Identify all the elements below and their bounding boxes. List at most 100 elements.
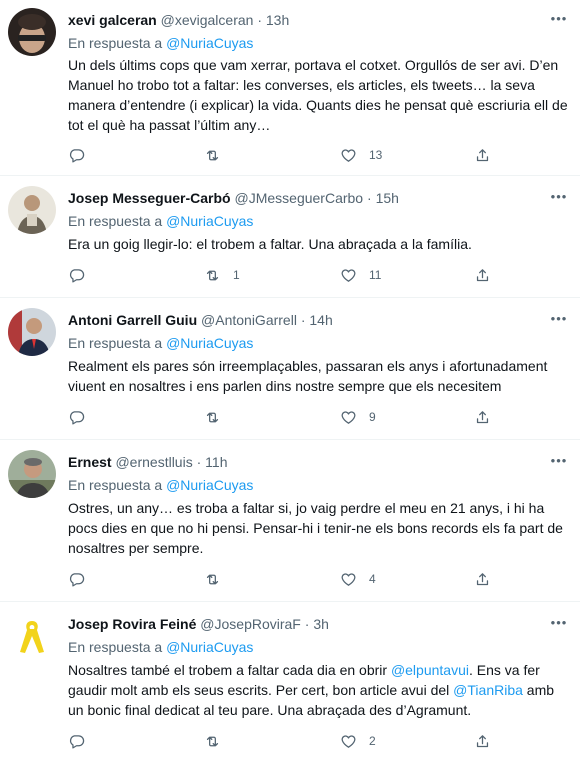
reply-button[interactable]: [68, 732, 85, 750]
separator-dot: ·: [300, 312, 306, 328]
retweet-button[interactable]: 1: [204, 266, 240, 284]
separator-dot: ·: [304, 616, 310, 632]
separator-dot: ·: [257, 12, 262, 28]
reply-to-link[interactable]: @NuriaCuyas: [166, 639, 253, 655]
like-count: 2: [369, 734, 376, 748]
avatar[interactable]: [8, 612, 56, 660]
mention-link[interactable]: @elpuntavui: [391, 662, 469, 678]
share-icon: [476, 268, 489, 281]
author-name[interactable]: Josep Rovira Feiné: [68, 616, 196, 632]
reply-to-link[interactable]: @NuriaCuyas: [166, 477, 253, 493]
reply-context: En respuesta a @NuriaCuyas: [68, 35, 253, 51]
reply-to-link[interactable]: @NuriaCuyas: [166, 35, 253, 51]
author-name[interactable]: xevi galceran: [68, 12, 157, 28]
reply-icon: [69, 734, 85, 749]
retweet-button[interactable]: [204, 146, 233, 164]
reply-button[interactable]: [68, 266, 85, 284]
reply-button[interactable]: [68, 570, 85, 588]
retweet-button[interactable]: [204, 570, 233, 588]
author-handle[interactable]: @JMesseguerCarbo: [235, 190, 364, 206]
reply-icon: [69, 572, 85, 587]
like-button[interactable]: 13: [340, 146, 382, 164]
tweet-text-part: Realment els pares són irreemplaçables, …: [68, 358, 548, 394]
reply-prefix: En respuesta a: [68, 477, 163, 493]
author-handle[interactable]: @JosepRoviraF: [200, 616, 301, 632]
share-button[interactable]: [474, 732, 491, 750]
reply-to-link[interactable]: @NuriaCuyas: [166, 213, 253, 229]
more-icon[interactable]: •••: [548, 190, 570, 208]
retweet-button[interactable]: [204, 408, 233, 426]
tweet[interactable]: Josep Rovira Feiné @JosepRoviraF · 3h ••…: [0, 602, 580, 757]
more-icon[interactable]: •••: [548, 312, 570, 330]
retweet-icon: [206, 412, 219, 422]
share-button[interactable]: [474, 266, 491, 284]
mention-link[interactable]: @TianRiba: [453, 682, 523, 698]
like-icon: [341, 572, 356, 586]
avatar[interactable]: [8, 186, 56, 234]
avatar[interactable]: [8, 450, 56, 498]
retweet-count: 1: [233, 268, 240, 282]
tweet-text: Ostres, un any… es troba a faltar si, jo…: [68, 498, 570, 558]
tweet-text-part: Ostres, un any… es troba a faltar si, jo…: [68, 500, 563, 556]
tweet-text: Era un goig llegir-lo: el trobem a falta…: [68, 234, 570, 254]
tweet-actions: 13: [68, 146, 508, 164]
tweet-text-part: Un dels últims cops que vam xerrar, port…: [68, 57, 568, 133]
timestamp[interactable]: 14h: [309, 312, 332, 328]
tweet-actions: 1 11: [68, 266, 508, 284]
tweet-header: xevi galceran @xevigalceran · 13h: [68, 12, 289, 28]
like-count: 4: [369, 572, 376, 586]
more-icon[interactable]: •••: [548, 12, 570, 30]
tweet-text: Un dels últims cops que vam xerrar, port…: [68, 55, 570, 135]
reply-icon: [69, 148, 85, 163]
timestamp[interactable]: 11h: [205, 454, 227, 470]
author-name[interactable]: Antoni Garrell Guiu: [68, 312, 197, 328]
like-button[interactable]: 4: [340, 570, 376, 588]
tweet-actions: 9: [68, 408, 508, 426]
tweet[interactable]: Ernest @ernestlluis · 11h ••• En respues…: [0, 440, 580, 602]
tweet[interactable]: Antoni Garrell Guiu @AntoniGarrell · 14h…: [0, 298, 580, 440]
author-name[interactable]: Ernest: [68, 454, 112, 470]
timestamp[interactable]: 15h: [376, 190, 399, 206]
tweet-header: Antoni Garrell Guiu @AntoniGarrell · 14h: [68, 312, 333, 328]
reply-context: En respuesta a @NuriaCuyas: [68, 639, 253, 655]
share-button[interactable]: [474, 146, 491, 164]
share-icon: [476, 148, 489, 161]
like-button[interactable]: 2: [340, 732, 376, 750]
like-button[interactable]: 11: [340, 266, 381, 284]
reply-button[interactable]: [68, 146, 85, 164]
reply-prefix: En respuesta a: [68, 213, 163, 229]
share-icon: [476, 572, 489, 585]
timestamp[interactable]: 13h: [266, 12, 289, 28]
avatar[interactable]: [8, 8, 56, 56]
tweet-header: Ernest @ernestlluis · 11h: [68, 454, 228, 470]
tweet[interactable]: Josep Messeguer-Carbó @JMesseguerCarbo ·…: [0, 176, 580, 298]
tweet-header: Josep Rovira Feiné @JosepRoviraF · 3h: [68, 616, 329, 632]
tweet[interactable]: xevi galceran @xevigalceran · 13h ••• En…: [0, 0, 580, 176]
tweet-text-part: Nosaltres també el trobem a faltar cada …: [68, 662, 391, 678]
more-icon[interactable]: •••: [548, 616, 570, 634]
like-icon: [341, 268, 356, 282]
reply-button[interactable]: [68, 408, 85, 426]
more-icon[interactable]: •••: [548, 454, 570, 472]
author-handle[interactable]: @xevigalceran: [161, 12, 254, 28]
author-handle[interactable]: @ernestlluis: [115, 454, 192, 470]
share-button[interactable]: [474, 570, 491, 588]
retweet-icon: [206, 150, 219, 160]
like-icon: [341, 410, 356, 424]
tweet-text-part: Era un goig llegir-lo: el trobem a falta…: [68, 236, 472, 252]
like-button[interactable]: 9: [340, 408, 376, 426]
separator-dot: ·: [367, 190, 372, 206]
avatar[interactable]: [8, 308, 56, 356]
like-count: 13: [369, 148, 383, 162]
reply-context: En respuesta a @NuriaCuyas: [68, 335, 253, 351]
timestamp[interactable]: 3h: [313, 616, 329, 632]
reply-prefix: En respuesta a: [68, 335, 163, 351]
author-handle[interactable]: @AntoniGarrell: [201, 312, 297, 328]
reply-prefix: En respuesta a: [68, 639, 163, 655]
reply-to-link[interactable]: @NuriaCuyas: [166, 335, 253, 351]
tweet-text: Nosaltres també el trobem a faltar cada …: [68, 660, 570, 720]
share-button[interactable]: [474, 408, 491, 426]
retweet-button[interactable]: [204, 732, 233, 750]
share-icon: [476, 734, 489, 747]
author-name[interactable]: Josep Messeguer-Carbó: [68, 190, 231, 206]
